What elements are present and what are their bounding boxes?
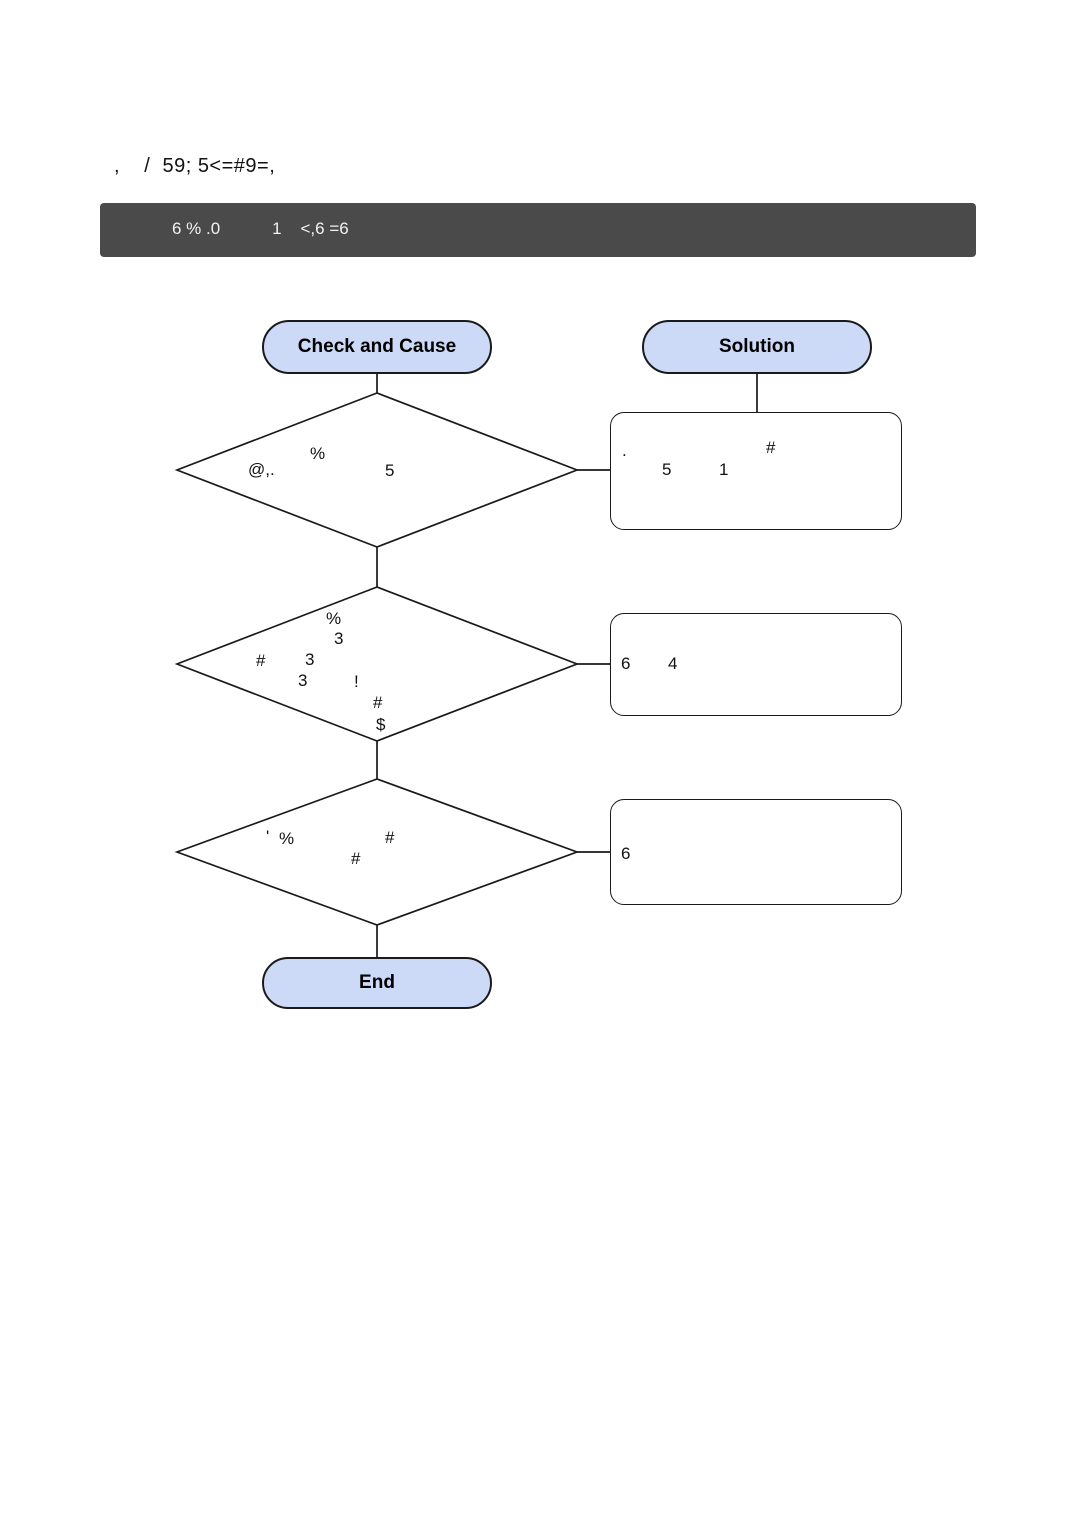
decision-1-label-3: 5 [385,461,395,480]
flowchart-container: Check and Cause Solution End % @,. 5 % 3… [0,0,1080,1528]
process-box-solution-2-text-1: 6 [621,654,631,673]
process-box-solution-1-text-4: 1 [719,460,729,479]
process-box-solution-3-text-1: 6 [621,844,631,863]
decision-3-label-2: % [279,829,295,848]
process-box-solution-2-text-2: 4 [668,654,678,673]
process-box-solution-1-text-2: # [766,438,776,457]
flowchart-connectors-and-shapes [174,374,758,957]
decision-2-label-7: # [373,693,383,712]
decision-3-label-3: # [385,828,395,847]
decision-2-label-5: 3 [298,671,308,690]
decision-1-shape [174,392,580,548]
decision-2-label-6: ! [354,672,359,691]
decision-2-label-2: 3 [334,629,344,648]
decision-2-label-1: % [326,609,342,628]
decision-2-label-3: # [256,651,266,670]
process-box-solution-1-text-3: 5 [662,460,672,479]
decision-3-shape [174,778,580,926]
process-box-solution-2[interactable] [610,613,902,716]
terminator-check-and-cause-label: Check and Cause [297,336,457,357]
process-box-solution-3[interactable] [610,799,902,905]
terminator-end[interactable]: End [262,957,492,1009]
decision-3-label-1: ' [266,827,270,846]
decision-1-label-1: % [310,444,326,463]
terminator-end-label: End [359,972,395,993]
decision-2-label-8: $ [376,715,386,734]
decision-1-label-2: @,. [248,460,275,479]
process-box-solution-1-text-1: . [622,441,627,460]
terminator-solution-label: Solution [719,336,795,357]
process-box-solution-1[interactable] [610,412,902,530]
terminator-check-and-cause[interactable]: Check and Cause [262,320,492,374]
decision-3-label-4: # [351,849,361,868]
terminator-solution[interactable]: Solution [642,320,872,374]
decision-2-label-4: 3 [305,650,315,669]
